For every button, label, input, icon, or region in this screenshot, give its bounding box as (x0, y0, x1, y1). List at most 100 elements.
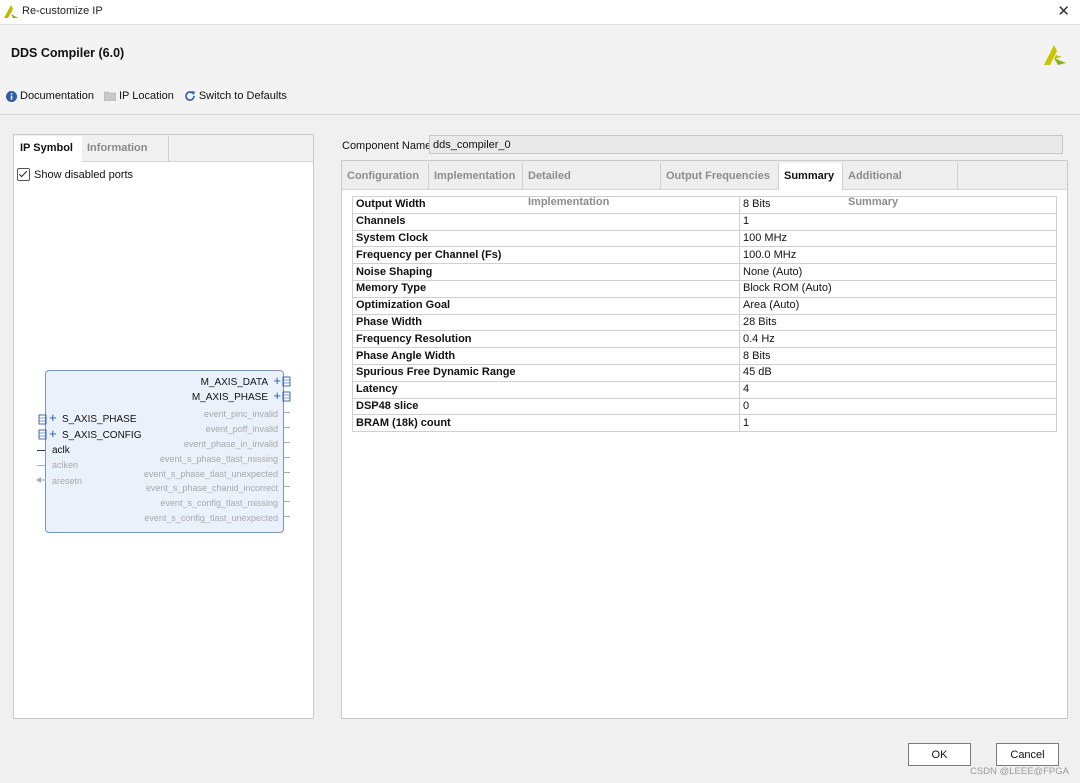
table-row: Phase Width 28 Bits (352, 313, 1057, 332)
table-row: Output Width 8 Bits (352, 196, 1057, 214)
summary-table: Output Width 8 Bits Channels 1 System Clock 1… (352, 196, 1057, 433)
ip-symbol-block: M_AXIS_DATA M_AXIS_PHASE event_pinc_inva… (45, 370, 284, 533)
toolbar: Documentation IP Location Switch to Defa… (6, 90, 287, 102)
pin-event-s-config-tlast-missing (283, 501, 290, 502)
summary-value: 8 Bits (739, 196, 1057, 214)
summary-key: Frequency Resolution (352, 330, 740, 349)
watermark: CSDN @LEEE@FPGA (969, 766, 1069, 777)
table-row: Memory Type Block ROM (Auto) (352, 279, 1057, 298)
ip-location-button[interactable]: IP Location (104, 90, 174, 102)
input-bus-pins (38, 414, 47, 440)
app-logo-icon (4, 5, 18, 21)
table-row: Noise Shaping None (Auto) (352, 263, 1057, 281)
summary-key: Frequency per Channel (Fs) (352, 246, 740, 265)
port-s-axis-phase: S_AXIS_PHASE (62, 414, 137, 425)
table-row: BRAM (18k) count 1 (352, 414, 1057, 433)
summary-key: Optimization Goal (352, 296, 740, 315)
table-row: DSP48 slice 0 (352, 397, 1057, 416)
pin-event-s-phase-chanid (283, 486, 290, 487)
show-disabled-ports-label: Show disabled ports (34, 168, 134, 181)
left-tab-bar: IP Symbol Information (14, 135, 313, 162)
window-title: Re-customize IP (22, 5, 103, 17)
summary-key: Channels (352, 212, 740, 231)
component-name-label: Component Name (342, 140, 432, 152)
right-tab-bar: Configuration Implementation Detailed Im… (342, 161, 1067, 208)
info-icon (6, 90, 17, 102)
summary-key: Latency (352, 380, 740, 399)
component-name-field[interactable]: dds_compiler_0 (429, 135, 1063, 154)
port-aclken: aclken (52, 460, 79, 470)
folder-icon (104, 91, 116, 101)
summary-value: Area (Auto) (739, 296, 1057, 315)
summary-value: 0.4 Hz (739, 330, 1057, 349)
port-event-s-config-tlast-missing: event_s_config_tlast_missing (160, 498, 278, 508)
refresh-icon (185, 91, 195, 101)
summary-value: 28 Bits (739, 313, 1057, 332)
pin-event-poff (283, 427, 290, 428)
tab-additional-summary[interactable]: Additional Summary (843, 163, 958, 208)
summary-value: None (Auto) (739, 263, 1057, 281)
tab-implementation[interactable]: Implementation (429, 163, 523, 189)
cancel-button[interactable]: Cancel (996, 743, 1059, 766)
pin-aclken (37, 465, 45, 466)
dialog-header: DDS Compiler (6.0) Documentation IP Loca… (0, 25, 1080, 113)
summary-key: BRAM (18k) count (352, 414, 740, 433)
pin-event-pinc (283, 412, 290, 413)
port-event-s-phase-chanid-incorrect: event_s_phase_chanid_incorrect (145, 483, 278, 493)
summary-key: DSP48 slice (352, 397, 740, 416)
tab-summary[interactable]: Summary (779, 163, 843, 190)
tab-output-frequencies[interactable]: Output Frequencies (661, 163, 779, 189)
switch-defaults-button[interactable]: Switch to Defaults (184, 90, 287, 102)
port-event-phase-in-invalid: event_phase_in_invalid (183, 439, 278, 449)
ip-title: DDS Compiler (6.0) (11, 46, 125, 60)
summary-key: Noise Shaping (352, 263, 740, 281)
table-row: System Clock 100 MHz (352, 229, 1057, 248)
tab-information[interactable]: Information (81, 136, 169, 161)
summary-value: Block ROM (Auto) (739, 279, 1057, 298)
table-row: Latency 4 (352, 380, 1057, 399)
summary-key: Memory Type (352, 279, 740, 298)
ok-button[interactable]: OK (908, 743, 971, 766)
documentation-button[interactable]: Documentation (6, 90, 94, 102)
pin-event-s-config-tlast-unexpected (283, 516, 290, 517)
table-row: Channels 1 (352, 212, 1057, 231)
port-m-axis-phase: M_AXIS_PHASE (191, 392, 268, 403)
close-icon[interactable]: ✕ (1057, 2, 1070, 20)
ip-location-label: IP Location (119, 90, 174, 102)
tab-ip-symbol[interactable]: IP Symbol (14, 136, 82, 162)
summary-value: 1 (739, 212, 1057, 231)
header-divider (0, 114, 1080, 115)
xilinx-logo-icon (1042, 41, 1068, 70)
tab-configuration[interactable]: Configuration (342, 163, 429, 189)
pin-aresetn-inverter (36, 477, 46, 483)
show-disabled-ports-checkbox[interactable] (17, 168, 30, 181)
expand-s-axis-config-icon[interactable]: + (49, 427, 57, 440)
expand-m-axis-data-icon[interactable]: + (273, 374, 281, 387)
summary-value: 100.0 MHz (739, 246, 1057, 265)
summary-value: 4 (739, 380, 1057, 399)
summary-key: Phase Angle Width (352, 347, 740, 365)
port-m-axis-data: M_AXIS_DATA (200, 377, 268, 388)
port-aresetn: aresetn (52, 476, 83, 486)
show-disabled-ports-option[interactable]: Show disabled ports (17, 168, 133, 181)
pin-aclk (37, 450, 45, 451)
summary-key: Phase Width (352, 313, 740, 332)
expand-m-axis-phase-icon[interactable]: + (273, 389, 281, 402)
documentation-label: Documentation (20, 90, 94, 102)
pin-event-phase-in (283, 442, 290, 443)
title-bar: Re-customize IP ✕ (0, 0, 1080, 25)
summary-key: System Clock (352, 229, 740, 248)
output-bus-pins (282, 376, 291, 402)
port-event-s-phase-tlast-missing: event_s_phase_tlast_missing (159, 454, 278, 464)
summary-value: 45 dB (739, 363, 1057, 382)
port-aclk: aclk (52, 445, 70, 456)
table-row: Optimization Goal Area (Auto) (352, 296, 1057, 315)
tab-detailed-implementation[interactable]: Detailed Implementation (523, 163, 661, 208)
port-event-pinc-invalid: event_pinc_invalid (203, 409, 278, 419)
switch-defaults-label: Switch to Defaults (198, 90, 287, 102)
summary-value: 1 (739, 414, 1057, 433)
ip-symbol-panel: IP Symbol Information Show disabled port… (13, 134, 314, 719)
expand-s-axis-phase-icon[interactable]: + (49, 411, 57, 424)
configuration-panel: Configuration Implementation Detailed Im… (341, 160, 1068, 719)
pin-event-s-phase-tlast-unexpected (283, 472, 290, 473)
